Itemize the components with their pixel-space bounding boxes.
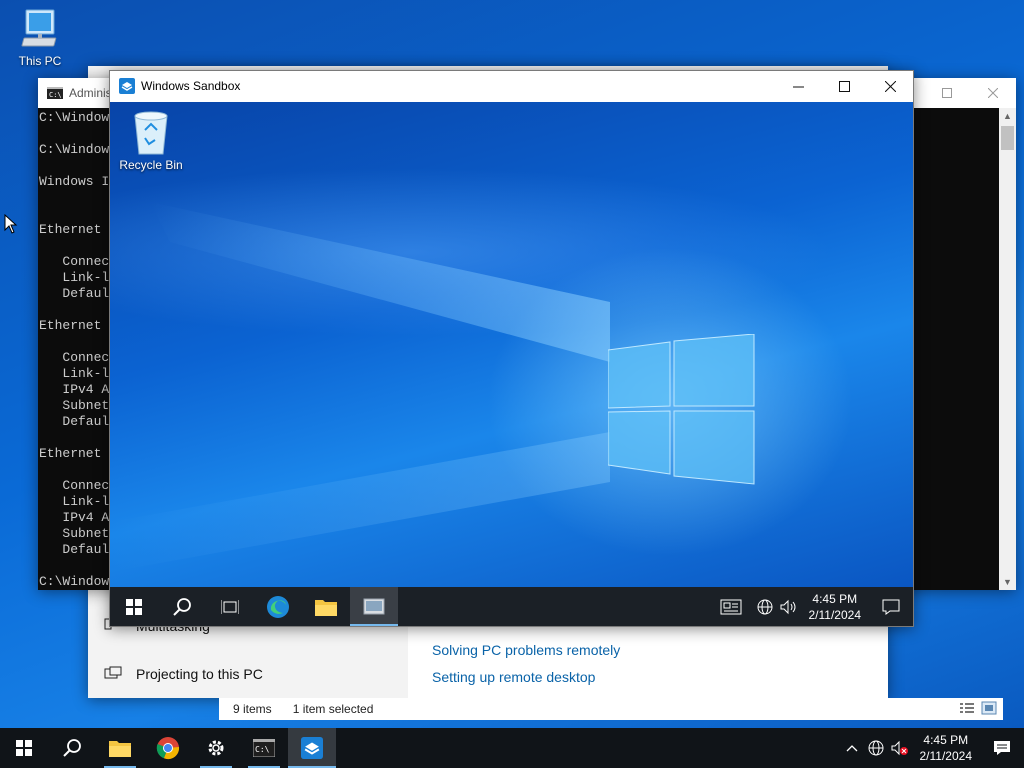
maximize-icon [942,88,952,98]
sandbox-desktop: Recycle Bin [110,102,913,587]
folder-icon [109,741,131,757]
desktop-icon-label: This PC [18,54,62,68]
svg-text:C:\: C:\ [255,745,270,754]
system-tray: 4:45 PM 2/11/2024 [840,728,1024,768]
clock-date: 2/11/2024 [808,607,862,622]
recycle-bin-icon [134,111,168,155]
terminal-button[interactable]: C:\ [240,728,288,768]
network-button[interactable] [864,728,888,768]
windows-logo-icon [126,598,142,615]
sandbox-app-button[interactable] [350,587,398,626]
start-button[interactable] [0,728,48,768]
taskbar: C:\ 4:45 PM 2/11/2024 [0,728,1024,768]
svg-text:C:\: C:\ [49,91,62,99]
chrome-icon [156,737,180,760]
sandbox-taskbar: 4:45 PM 2/11/2024 [110,587,913,626]
globe-icon [757,599,772,614]
search-button[interactable] [48,728,96,768]
maximize-button[interactable] [924,78,970,108]
mouse-cursor-icon [4,214,18,234]
sandbox-file-explorer-button[interactable] [302,587,350,626]
chrome-button[interactable] [144,728,192,768]
maximize-icon [838,80,850,92]
projecting-icon [104,666,122,679]
minimize-icon [792,86,804,87]
volume-muted-button[interactable] [888,728,912,768]
sandbox-system-tray: 4:45 PM 2/11/2024 [709,587,914,626]
nav-item-projecting[interactable]: Projecting to this PC [104,666,263,682]
clock-time: 4:45 PM [812,591,858,606]
app-icon [363,598,385,614]
search-icon [173,597,191,616]
sandbox-icon [119,78,135,94]
globe-icon [868,740,883,756]
edge-icon [267,595,289,618]
folder-icon [315,599,337,616]
volume-muted-icon [891,740,908,756]
sandbox-edge-button[interactable] [254,587,302,626]
gear-icon [208,740,224,756]
computer-icon [21,9,57,47]
scroll-up-icon[interactable]: ▲ [999,108,1016,124]
desktop-icon-label: Recycle Bin [119,158,183,172]
windows-logo-icon [608,334,755,485]
cmd-scrollbar[interactable]: ▲ ▼ [999,108,1016,590]
sandbox-clock[interactable]: 4:45 PM 2/11/2024 [801,591,870,623]
show-hidden-icons-button[interactable] [840,728,864,768]
sandbox-start-button[interactable] [110,587,158,626]
windows-sandbox-button[interactable] [288,728,336,768]
close-icon [884,80,896,92]
sandbox-task-view-button[interactable] [206,587,254,626]
maximize-button[interactable] [821,71,867,101]
scroll-down-icon[interactable]: ▼ [999,574,1016,590]
sandbox-icon [301,737,323,759]
sandbox-title: Windows Sandbox [141,79,241,93]
wallpaper-light-rays [110,202,610,572]
close-icon [988,88,998,98]
link-setting-up-remote-desktop[interactable]: Setting up remote desktop [432,669,595,685]
desktop: This PC Multitasking Projecting to this … [0,0,1024,728]
related-links-pane: Solving PC problems remotely Setting up … [408,626,888,698]
link-solving-pc-problems[interactable]: Solving PC problems remotely [432,642,620,658]
notification-icon [882,599,900,615]
notification-icon [994,741,1010,755]
sandbox-news-button[interactable] [709,587,753,626]
explorer-status-bar: 9 items 1 item selected [219,698,1003,720]
windows-sandbox-window[interactable]: Windows Sandbox Recycle Bin 4:45 PM 2/11… [109,70,914,627]
clock[interactable]: 4:45 PM 2/11/2024 [912,732,981,764]
settings-button[interactable] [192,728,240,768]
clock-time: 4:45 PM [923,733,969,747]
status-selection: 1 item selected [292,702,374,716]
search-icon [63,739,81,757]
file-explorer-button[interactable] [96,728,144,768]
notifications-button[interactable] [980,728,1024,768]
details-view-icon[interactable] [959,701,975,715]
sandbox-network-button[interactable] [753,587,777,626]
large-icons-view-icon[interactable] [981,701,997,715]
minimize-button[interactable] [775,71,821,101]
clock-date: 2/11/2024 [919,749,973,763]
desktop-icon-recycle-bin[interactable]: Recycle Bin [113,110,189,172]
status-item-count: 9 items [233,702,272,716]
sandbox-search-button[interactable] [158,587,206,626]
desktop-icon-this-pc[interactable]: This PC [2,8,78,68]
chevron-up-icon [846,745,857,752]
close-button[interactable] [970,78,1016,108]
task-view-icon [221,599,239,614]
scroll-thumb[interactable] [1001,126,1014,150]
sandbox-titlebar[interactable]: Windows Sandbox [110,71,913,101]
news-icon [720,599,741,614]
sandbox-volume-button[interactable] [777,587,801,626]
cmd-icon: C:\ [253,739,275,757]
cmd-icon: C:\ [47,87,63,99]
volume-icon [780,599,795,614]
close-button[interactable] [867,71,913,101]
sandbox-notifications-button[interactable] [869,587,913,626]
nav-item-label: Projecting to this PC [136,666,263,682]
windows-logo-icon [16,740,32,756]
